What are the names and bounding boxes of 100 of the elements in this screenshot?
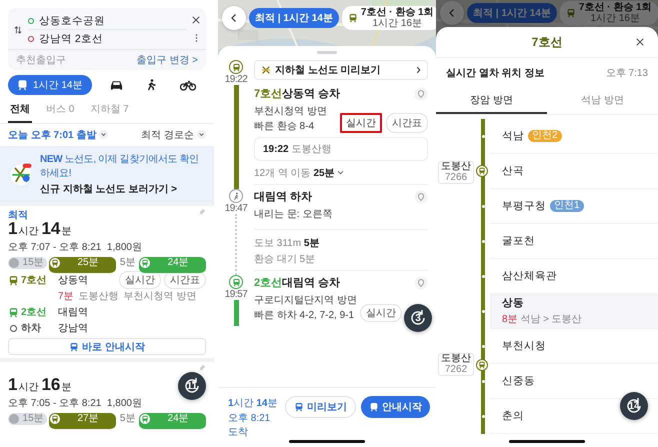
train-detail: 부천시청역 방면 xyxy=(124,290,196,303)
close-icon[interactable] xyxy=(636,38,644,46)
sheet-title: 7호선 xyxy=(532,34,562,50)
route-option-tab[interactable]: 7호선 · 환승 1회 1시간 16분 xyxy=(560,1,658,25)
chip-button[interactable]: 실시간 xyxy=(340,113,382,133)
route-segment: 15분 xyxy=(8,257,48,269)
route-duration: 1시간 14분 xyxy=(8,219,72,239)
station-row[interactable]: 산곡 xyxy=(490,154,658,189)
line-name: 7호선 xyxy=(21,274,47,287)
station-row[interactable]: 굴포천 xyxy=(490,224,658,259)
banner-title: NEW 노선도, 이제 길찾기에서도 확인하세요! xyxy=(40,153,200,180)
chevron-down-icon xyxy=(336,170,344,175)
train-icon xyxy=(140,258,150,268)
destination-field[interactable]: 강남역 2호선 xyxy=(39,32,103,46)
train-icon xyxy=(69,342,80,352)
train-detail: 도봉산행 xyxy=(78,290,119,303)
chip-button[interactable]: 시간표 xyxy=(386,113,428,133)
line-name: 하차 xyxy=(21,322,41,335)
filter-tab[interactable]: 전체 xyxy=(8,98,32,123)
step-title: 대림역 하차 xyxy=(254,190,312,204)
train-icon xyxy=(369,402,379,412)
update-time: 오후 7:13 xyxy=(606,67,648,80)
drag-handle[interactable] xyxy=(317,51,337,54)
pin-icon[interactable] xyxy=(198,364,206,372)
preview-button[interactable]: 미리보기 xyxy=(285,396,356,418)
station-row[interactable]: 부천시청 xyxy=(490,329,658,364)
ride-duration-toggle[interactable]: 25분 xyxy=(313,166,344,180)
location-pin-icon[interactable] xyxy=(414,86,428,100)
location-pin-icon[interactable] xyxy=(414,276,428,290)
route-times: 오후 7:07 - 오후 8:21 1,800원 xyxy=(8,241,143,254)
route-option-tab[interactable]: 최적 | 1시간 14분 xyxy=(249,8,339,28)
promo-banner[interactable]: NEW 노선도, 이제 길찾기에서도 확인하세요! 신규 지하철 노선도 보러가기 > xyxy=(0,146,214,202)
train-time: 19:22 xyxy=(263,144,289,155)
line-name: 2호선 xyxy=(21,306,47,319)
start-navigation-button[interactable]: 안내시작 xyxy=(361,396,430,418)
station-row[interactable]: 상동 8분 석남 > 도봉산 xyxy=(490,294,658,329)
station-name: 대림역 xyxy=(58,306,89,319)
subway-map-icon xyxy=(261,65,271,75)
route-duration: 1시간 16분 xyxy=(8,375,72,395)
station-row[interactable]: 부평구청 인천1 xyxy=(490,189,658,224)
pin-icon[interactable] xyxy=(198,208,206,216)
start-navigation-button[interactable]: 바로 안내시작 xyxy=(8,338,206,355)
transfer-wait: 환승 대기 5분 xyxy=(254,253,316,266)
more-icon[interactable] xyxy=(194,33,198,43)
chevron-down-icon xyxy=(99,130,108,139)
subway-map-icon xyxy=(8,161,34,187)
step-detail: 빠른 하차 4-2, 7-2, 9-1 xyxy=(254,309,356,322)
route-segment: 25분 xyxy=(49,257,116,274)
refresh-button[interactable]: 3 xyxy=(404,304,432,332)
entrance-change-link[interactable]: 출입구 변경 > xyxy=(136,53,198,67)
station-dot-icon xyxy=(482,240,484,243)
train-tag: 도봉산 7266 xyxy=(438,161,474,184)
realtime-info-title: 실시간 열차 위치 정보 xyxy=(446,67,544,80)
station-dot-icon xyxy=(482,345,484,348)
departure-time-dropdown[interactable]: 오늘 오후 7:01 출발 xyxy=(8,128,108,142)
arrival-time: 7분 xyxy=(58,290,74,303)
step-time: 19:22 xyxy=(224,74,248,85)
route-segment: 27분 xyxy=(49,413,116,430)
train-icon xyxy=(16,79,29,91)
origin-field[interactable]: 상동호수공원 xyxy=(39,14,105,28)
train-destination: 도봉산행 xyxy=(291,144,332,155)
transit-mode-tab[interactable]: 1시간 14분 xyxy=(8,75,92,95)
station-name: 강남역 xyxy=(58,322,89,335)
direction-tab[interactable]: 장암 방면 xyxy=(436,88,547,114)
alight-marker-icon xyxy=(10,324,17,332)
arrival-time: 오후 8:21 도착 xyxy=(228,412,272,439)
refresh-button[interactable]: 14 xyxy=(620,392,648,420)
train-icon xyxy=(50,258,60,268)
chevron-down-icon xyxy=(197,130,206,139)
step-detail: 빠른 환승 8-4 xyxy=(254,120,316,133)
step-title: 7호선상동역 승차 xyxy=(254,87,340,101)
train-icon xyxy=(8,306,19,318)
sort-dropdown[interactable]: 최적 경로순 xyxy=(141,128,206,142)
chip-button[interactable]: 실시간 xyxy=(360,304,402,322)
station-dot-icon xyxy=(482,275,484,278)
origin-marker-icon xyxy=(28,18,34,24)
route-segment: 5분 xyxy=(118,413,138,425)
ride-stops: 12개 역 이동 xyxy=(254,168,311,179)
swap-icon[interactable] xyxy=(14,24,22,34)
route-segment: 15분 xyxy=(8,413,48,425)
step-detail: 구로디지털단지역 방면 xyxy=(254,294,357,307)
station-dot-icon xyxy=(482,205,484,208)
step-time: 19:47 xyxy=(224,203,248,214)
location-pin-icon[interactable] xyxy=(414,190,428,204)
route-option-tab[interactable]: 7호선 · 환승 1회 1시간 16분 xyxy=(342,6,436,30)
refresh-button[interactable]: 11 xyxy=(178,372,206,400)
entrance-hint: 추천출입구 xyxy=(16,54,66,67)
direction-tab[interactable]: 석남 방면 xyxy=(547,88,658,114)
chip-button[interactable]: 실시간 xyxy=(119,271,161,289)
bicycle-icon xyxy=(180,79,196,91)
route-segment: 24분 xyxy=(139,257,206,274)
route-segment: 24분 xyxy=(139,413,206,430)
subway-map-preview-button[interactable]: 지하철 노선도 미리보기 xyxy=(254,60,428,80)
close-icon[interactable] xyxy=(192,16,200,24)
walking-person-icon xyxy=(145,79,158,91)
step-detail: 내리는 문: 오른쪽 xyxy=(254,208,332,221)
station-row[interactable]: 석남 인천2 xyxy=(490,119,658,154)
destination-marker-icon xyxy=(28,36,34,42)
banner-link[interactable]: 신규 지하철 노선도 보러가기 > xyxy=(40,182,206,196)
route-line xyxy=(235,214,237,275)
